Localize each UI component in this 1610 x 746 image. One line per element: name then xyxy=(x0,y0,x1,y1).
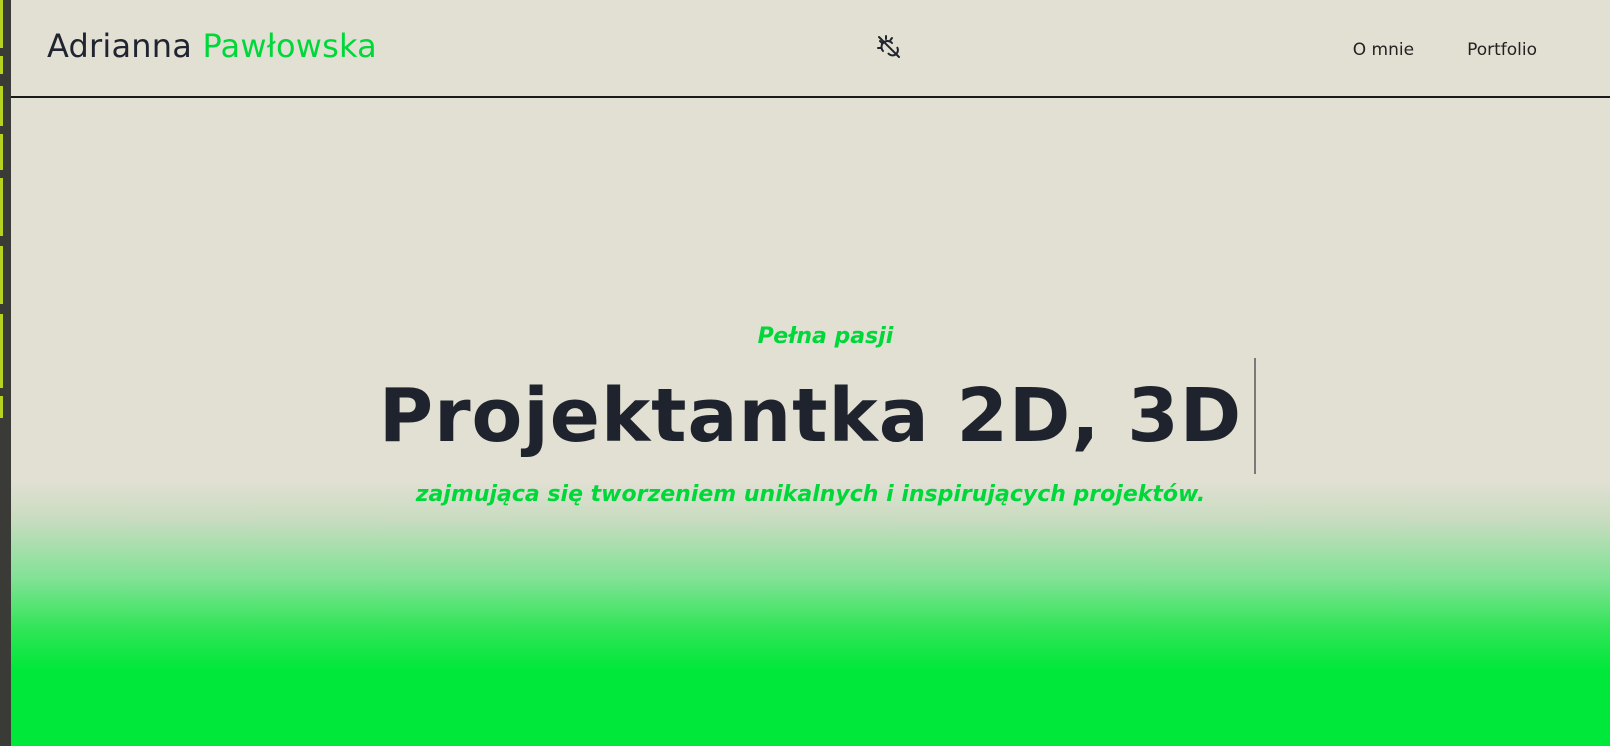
nav-link-o-mnie[interactable]: O mnie xyxy=(1353,40,1414,60)
sun-moon-toggle-icon xyxy=(877,35,900,58)
hero-pretitle: Pełna pasji xyxy=(757,324,894,349)
navbar: Adrianna Pawłowska O mnie Portfolio xyxy=(11,0,1610,98)
hero-title: Projektantka 2D, 3D xyxy=(379,358,1257,474)
main-nav: O mnie Portfolio xyxy=(1353,40,1537,60)
hero-title-container: Projektantka 2D, 3D xyxy=(11,358,1610,474)
page: Adrianna Pawłowska O mnie Portfolio Pełn xyxy=(11,0,1610,746)
theme-toggle-button[interactable] xyxy=(874,32,904,62)
left-edge-gutter xyxy=(0,0,11,746)
nav-link-portfolio[interactable]: Portfolio xyxy=(1467,40,1537,60)
brand-first-name: Adrianna xyxy=(47,27,193,65)
brand-last-name: Pawłowska xyxy=(202,27,377,65)
brand-logo[interactable]: Adrianna Pawłowska xyxy=(47,27,377,65)
hero-subtitle: zajmująca się tworzeniem unikalnych i in… xyxy=(415,482,1206,507)
